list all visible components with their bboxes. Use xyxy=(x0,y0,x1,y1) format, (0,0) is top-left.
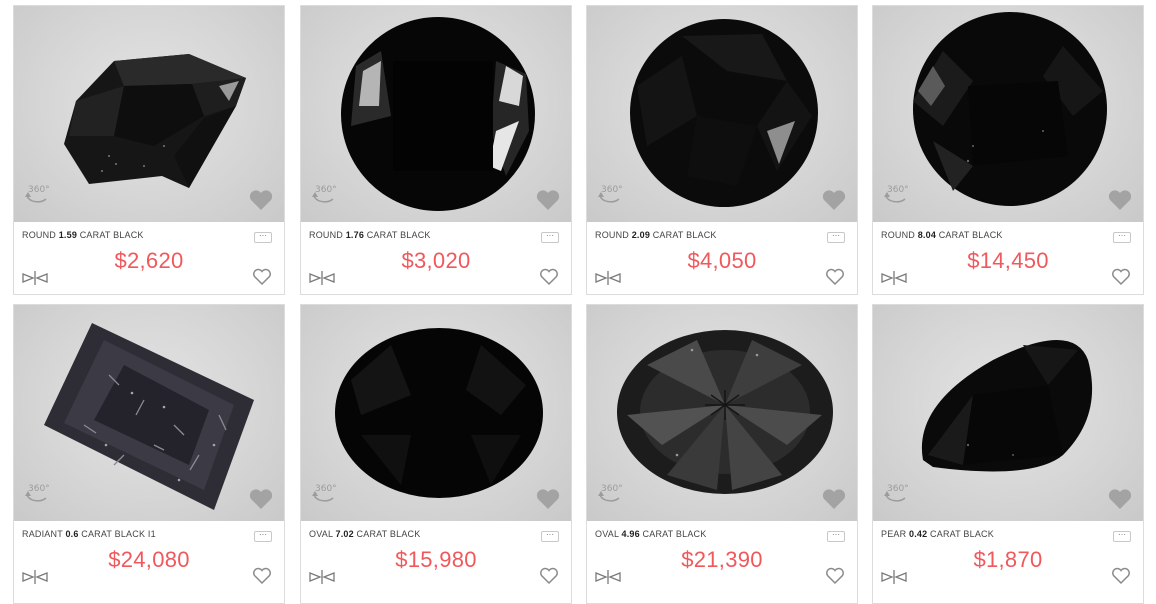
favorite-heart-icon[interactable] xyxy=(252,268,272,286)
product-card[interactable]: 360° ROUND 1.76 CARAT BLACK ··· $3,020 xyxy=(300,5,572,295)
diamond-image[interactable]: 360° xyxy=(587,6,857,222)
product-card[interactable]: 360° ROUND 2.09 CARAT BLACK ··· $4,050 xyxy=(586,5,858,295)
product-card[interactable]: 360° OVAL 4.96 CARAT BLACK ··· $21,390 xyxy=(586,304,858,604)
compare-icon[interactable] xyxy=(22,569,48,585)
product-description: ROUND 2.09 CARAT BLACK xyxy=(595,230,717,240)
compare-icon[interactable] xyxy=(881,270,907,286)
rotate-360-icon[interactable]: 360° xyxy=(881,180,911,208)
diamond-image[interactable]: 360° xyxy=(301,6,571,222)
compare-icon[interactable] xyxy=(595,569,621,585)
product-card[interactable]: 360° ROUND 8.04 CARAT BLACK ··· $14,450 xyxy=(872,5,1144,295)
product-price: $21,390 xyxy=(681,547,763,572)
diamond-image[interactable]: 360° xyxy=(14,305,284,521)
product-description: OVAL 7.02 CARAT BLACK xyxy=(309,529,421,539)
diamond-image[interactable]: 360° xyxy=(873,305,1143,521)
diamond-image[interactable]: 360° xyxy=(873,6,1143,222)
favorite-heart-icon[interactable] xyxy=(1111,268,1131,286)
heart-icon[interactable] xyxy=(248,487,274,511)
product-description: ROUND 1.59 CARAT BLACK xyxy=(22,230,144,240)
favorite-heart-icon[interactable] xyxy=(825,567,845,585)
svg-text:360°: 360° xyxy=(601,484,623,494)
product-price: $15,980 xyxy=(395,547,477,572)
product-card[interactable]: 360° OVAL 7.02 CARAT BLACK ··· $15,980 xyxy=(300,304,572,604)
svg-text:360°: 360° xyxy=(28,185,50,195)
favorite-heart-icon[interactable] xyxy=(539,567,559,585)
rotate-360-icon[interactable]: 360° xyxy=(22,479,52,507)
svg-text:360°: 360° xyxy=(315,484,337,494)
rotate-360-icon[interactable]: 360° xyxy=(595,479,625,507)
product-price: $2,620 xyxy=(114,248,184,273)
rotate-360-icon[interactable]: 360° xyxy=(881,479,911,507)
svg-text:360°: 360° xyxy=(887,484,909,494)
more-options-icon[interactable]: ··· xyxy=(827,232,845,243)
favorite-heart-icon[interactable] xyxy=(539,268,559,286)
svg-text:360°: 360° xyxy=(315,185,337,195)
more-options-icon[interactable]: ··· xyxy=(541,232,559,243)
product-description: OVAL 4.96 CARAT BLACK xyxy=(595,529,707,539)
product-description: ROUND 1.76 CARAT BLACK xyxy=(309,230,431,240)
heart-icon[interactable] xyxy=(821,487,847,511)
diamond-image[interactable]: 360° xyxy=(301,305,571,521)
rotate-360-icon[interactable]: 360° xyxy=(595,180,625,208)
diamond-image[interactable]: 360° xyxy=(587,305,857,521)
favorite-heart-icon[interactable] xyxy=(825,268,845,286)
rotate-360-icon[interactable]: 360° xyxy=(22,180,52,208)
product-card[interactable]: 360° PEAR 0.42 CARAT BLACK ··· $1,870 xyxy=(872,304,1144,604)
compare-icon[interactable] xyxy=(309,270,335,286)
rotate-360-icon[interactable]: 360° xyxy=(309,180,339,208)
favorite-heart-icon[interactable] xyxy=(252,567,272,585)
product-price: $3,020 xyxy=(401,248,471,273)
svg-text:360°: 360° xyxy=(601,185,623,195)
product-description: ROUND 8.04 CARAT BLACK xyxy=(881,230,1003,240)
more-options-icon[interactable]: ··· xyxy=(1113,531,1131,542)
product-description: PEAR 0.42 CARAT BLACK xyxy=(881,529,994,539)
more-options-icon[interactable]: ··· xyxy=(254,531,272,542)
heart-icon[interactable] xyxy=(1107,487,1133,511)
product-price: $24,080 xyxy=(108,547,190,572)
svg-text:360°: 360° xyxy=(28,484,50,494)
product-card[interactable]: 360° RADIANT 0.6 CARAT BLACK I1 ··· $24,… xyxy=(13,304,285,604)
heart-icon[interactable] xyxy=(1107,188,1133,212)
compare-icon[interactable] xyxy=(309,569,335,585)
compare-icon[interactable] xyxy=(595,270,621,286)
more-options-icon[interactable]: ··· xyxy=(254,232,272,243)
more-options-icon[interactable]: ··· xyxy=(541,531,559,542)
rotate-360-icon[interactable]: 360° xyxy=(309,479,339,507)
heart-icon[interactable] xyxy=(535,487,561,511)
product-price: $4,050 xyxy=(687,248,757,273)
heart-icon[interactable] xyxy=(821,188,847,212)
more-options-icon[interactable]: ··· xyxy=(1113,232,1131,243)
compare-icon[interactable] xyxy=(22,270,48,286)
favorite-heart-icon[interactable] xyxy=(1111,567,1131,585)
product-price: $1,870 xyxy=(973,547,1043,572)
product-price: $14,450 xyxy=(967,248,1049,273)
more-options-icon[interactable]: ··· xyxy=(827,531,845,542)
diamond-image[interactable]: 360° xyxy=(14,6,284,222)
heart-icon[interactable] xyxy=(248,188,274,212)
heart-icon[interactable] xyxy=(535,188,561,212)
compare-icon[interactable] xyxy=(881,569,907,585)
svg-text:360°: 360° xyxy=(887,185,909,195)
product-description: RADIANT 0.6 CARAT BLACK I1 xyxy=(22,529,156,539)
product-card[interactable]: 360° ROUND 1.59 CARAT BLACK ··· $2,620 xyxy=(13,5,285,295)
